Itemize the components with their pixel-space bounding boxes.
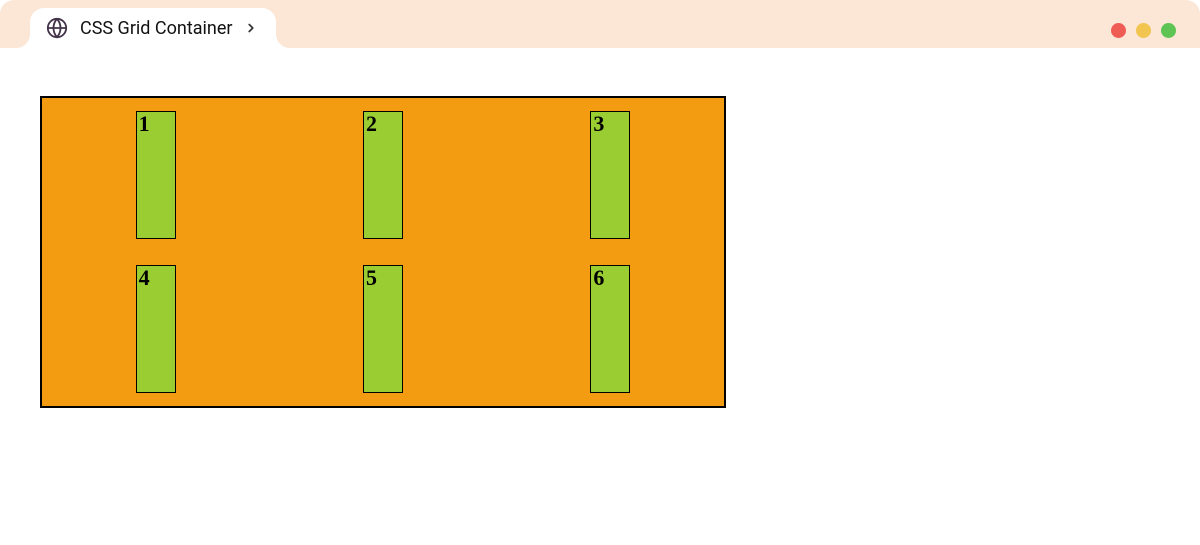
chevron-right-icon <box>244 21 258 35</box>
window-maximize-button[interactable] <box>1161 23 1176 38</box>
grid-item-1: 1 <box>136 111 176 239</box>
grid-item-6: 6 <box>590 265 630 393</box>
page-content: 1 2 3 4 5 6 <box>0 48 1200 456</box>
browser-tab-bar: CSS Grid Container <box>0 0 1200 48</box>
tab-title: CSS Grid Container <box>80 18 232 39</box>
grid-item-2: 2 <box>363 111 403 239</box>
window-close-button[interactable] <box>1111 23 1126 38</box>
grid-item-3: 3 <box>590 111 630 239</box>
grid-item-5: 5 <box>363 265 403 393</box>
grid-container: 1 2 3 4 5 6 <box>40 96 726 408</box>
globe-icon <box>46 17 68 39</box>
browser-tab[interactable]: CSS Grid Container <box>30 8 276 48</box>
grid-item-4: 4 <box>136 265 176 393</box>
window-minimize-button[interactable] <box>1136 23 1151 38</box>
window-controls <box>1111 23 1182 48</box>
